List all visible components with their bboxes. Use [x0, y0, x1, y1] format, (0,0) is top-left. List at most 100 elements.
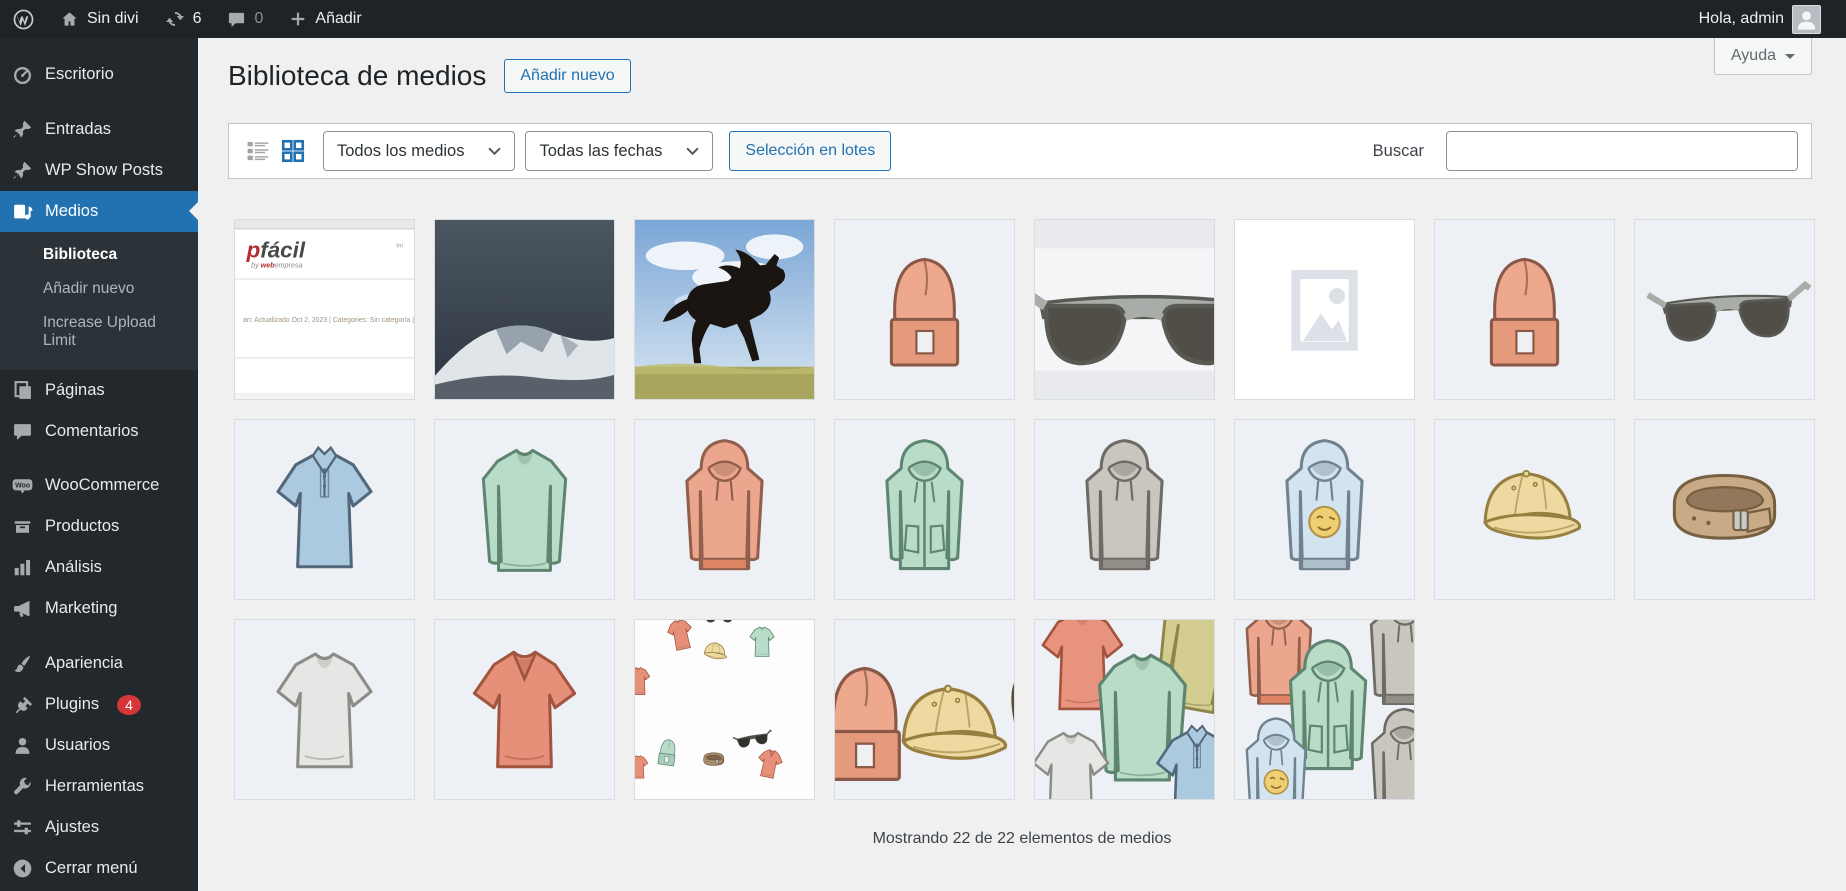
wp-logo-menu[interactable]	[0, 0, 47, 38]
sidebar-item-pages[interactable]: Páginas	[0, 370, 198, 411]
media-item-polo-blue[interactable]	[234, 419, 415, 600]
media-thumbnail	[1435, 420, 1614, 599]
media-type-filter[interactable]: Todos los medios	[323, 131, 515, 171]
media-thumbnail	[635, 620, 814, 799]
media-thumbnail	[1635, 420, 1814, 599]
media-thumbnail	[835, 620, 1014, 799]
media-item-hoodie-gray[interactable]	[1034, 419, 1215, 600]
media-thumbnail	[1035, 620, 1214, 799]
sidebar-item-plugins[interactable]: Plugins 4	[0, 684, 198, 725]
admin-sidebar: Escritorio EntradasWP Show Posts Medios Bib…	[0, 38, 198, 891]
list-view-icon	[245, 138, 271, 164]
site-menu[interactable]: Sin divi	[47, 0, 152, 38]
date-filter[interactable]: Todas las fechas	[525, 131, 713, 171]
sidebar-item-label: Productos	[45, 517, 119, 536]
sidebar-item-settings[interactable]: Ajustes	[0, 807, 198, 848]
media-thumbnail	[235, 620, 414, 799]
pin-icon	[12, 119, 33, 140]
settings-icon	[12, 817, 33, 838]
svg-text:an: Actualizado Oct 2, 2023 |: an: Actualizado Oct 2, 2023 | Categories…	[243, 317, 414, 324]
sidebar-item-posts[interactable]: Entradas	[0, 109, 198, 150]
media-item-vneck-red[interactable]	[434, 619, 615, 800]
sidebar-item-label: Análisis	[45, 558, 102, 577]
media-item-horse-photo[interactable]	[634, 219, 815, 400]
sidebar-item-users[interactable]: Usuarios	[0, 725, 198, 766]
sidebar-item-label: Escritorio	[45, 65, 114, 84]
chevron-down-icon	[1785, 54, 1795, 64]
media-item-beanie-orange[interactable]	[834, 219, 1015, 400]
sidebar-item-collapse[interactable]: Cerrar menú	[0, 848, 198, 889]
plus-icon	[289, 10, 307, 28]
media-item-shirts-group[interactable]	[1034, 619, 1215, 800]
submenu-item-increase-upload-limit[interactable]: Increase Upload Limit	[0, 306, 198, 358]
media-item-belt-brown[interactable]	[1634, 419, 1815, 600]
site-name: Sin divi	[87, 10, 139, 28]
media-item-beanie-orange-2[interactable]	[1434, 219, 1615, 400]
submenu-item-biblioteca[interactable]: Biblioteca	[0, 238, 198, 272]
media-item-zip-hoodie-green[interactable]	[834, 419, 1015, 600]
media-item-mountains-photo[interactable]	[434, 219, 615, 400]
sidebar-item-dashboard[interactable]: Escritorio	[0, 54, 198, 95]
sidebar-item-woocommerce[interactable]: Woo WooCommerce	[0, 465, 198, 506]
new-content-menu[interactable]: Añadir	[276, 0, 374, 38]
media-toolbar: Todos los medios Todas las fechas Selecc…	[228, 123, 1812, 179]
sidebar-item-marketing[interactable]: Marketing	[0, 588, 198, 629]
media-item-hoodie-orange[interactable]	[634, 419, 815, 600]
media-thumbnail	[1635, 220, 1814, 399]
plugins-update-badge: 4	[117, 695, 141, 715]
sidebar-item-wp-show-posts[interactable]: WP Show Posts	[0, 150, 198, 191]
media-thumbnail	[435, 420, 614, 599]
media-thumbnail	[1035, 420, 1214, 599]
media-item-products-scatter[interactable]	[634, 619, 815, 800]
sidebar-item-label: Usuarios	[45, 736, 110, 755]
marketing-icon	[12, 598, 33, 619]
analytics-icon	[12, 557, 33, 578]
sidebar-item-products[interactable]: Productos	[0, 506, 198, 547]
media-item-sunglasses-closeup[interactable]	[1034, 219, 1215, 400]
media-library-page: Biblioteca de medios Añadir nuevo	[198, 0, 1846, 848]
submenu-item-a-adir-nuevo[interactable]: Añadir nuevo	[0, 272, 198, 306]
sidebar-item-comments[interactable]: Comentarios	[0, 411, 198, 452]
sidebar-item-label: Plugins	[45, 695, 99, 714]
pin-icon	[12, 160, 33, 181]
media-item-longsleeve-green[interactable]	[434, 419, 615, 600]
sidebar-item-label: WooCommerce	[45, 476, 159, 495]
page-title: Biblioteca de medios	[228, 60, 486, 92]
media-thumbnail	[1035, 220, 1214, 399]
media-item-accessories-group[interactable]	[834, 619, 1015, 800]
woo-icon: Woo	[12, 475, 33, 496]
sidebar-item-label: Comentarios	[45, 422, 139, 441]
add-new-button[interactable]: Añadir nuevo	[504, 59, 630, 93]
grid-view-button[interactable]	[277, 135, 309, 167]
media-item-image-placeholder[interactable]	[1234, 219, 1415, 400]
svg-text:Ini: Ini	[396, 243, 403, 250]
sidebar-item-label: Medios	[45, 202, 98, 221]
list-view-button[interactable]	[242, 135, 274, 167]
sidebar-item-media[interactable]: Medios	[0, 191, 198, 232]
sidebar-item-appearance[interactable]: Apariencia	[0, 643, 198, 684]
media-grid: pfácilby webempresaInian: Actualizado Oc…	[234, 219, 1815, 800]
chevron-down-icon	[686, 147, 699, 155]
media-item-cap-yellow[interactable]	[1434, 419, 1615, 600]
sidebar-item-tools[interactable]: Herramientas	[0, 766, 198, 807]
sidebar-item-analytics[interactable]: Análisis	[0, 547, 198, 588]
pages-icon	[12, 380, 33, 401]
media-item-tshirt-gray[interactable]	[234, 619, 415, 800]
media-thumbnail	[635, 220, 814, 399]
search-input[interactable]	[1446, 131, 1798, 171]
media-icon	[12, 201, 33, 222]
new-label: Añadir	[315, 10, 361, 28]
bulk-select-button[interactable]: Selección en lotes	[729, 131, 891, 171]
help-tab[interactable]: Ayuda	[1714, 38, 1812, 75]
my-account-menu[interactable]: Hola, admin	[1686, 5, 1834, 34]
svg-text:Woo: Woo	[15, 483, 30, 490]
dashboard-icon	[12, 64, 33, 85]
comments-icon	[12, 421, 33, 442]
media-item-site-screenshot[interactable]: pfácilby webempresaInian: Actualizado Oc…	[234, 219, 415, 400]
media-item-hoodies-group[interactable]	[1234, 619, 1415, 800]
wordpress-logo-icon	[13, 9, 34, 30]
updates-menu[interactable]: 6	[152, 0, 215, 38]
comments-menu[interactable]: 0	[214, 0, 276, 38]
media-item-sunglasses[interactable]	[1634, 219, 1815, 400]
media-item-hoodie-blue-emoji[interactable]	[1234, 419, 1415, 600]
